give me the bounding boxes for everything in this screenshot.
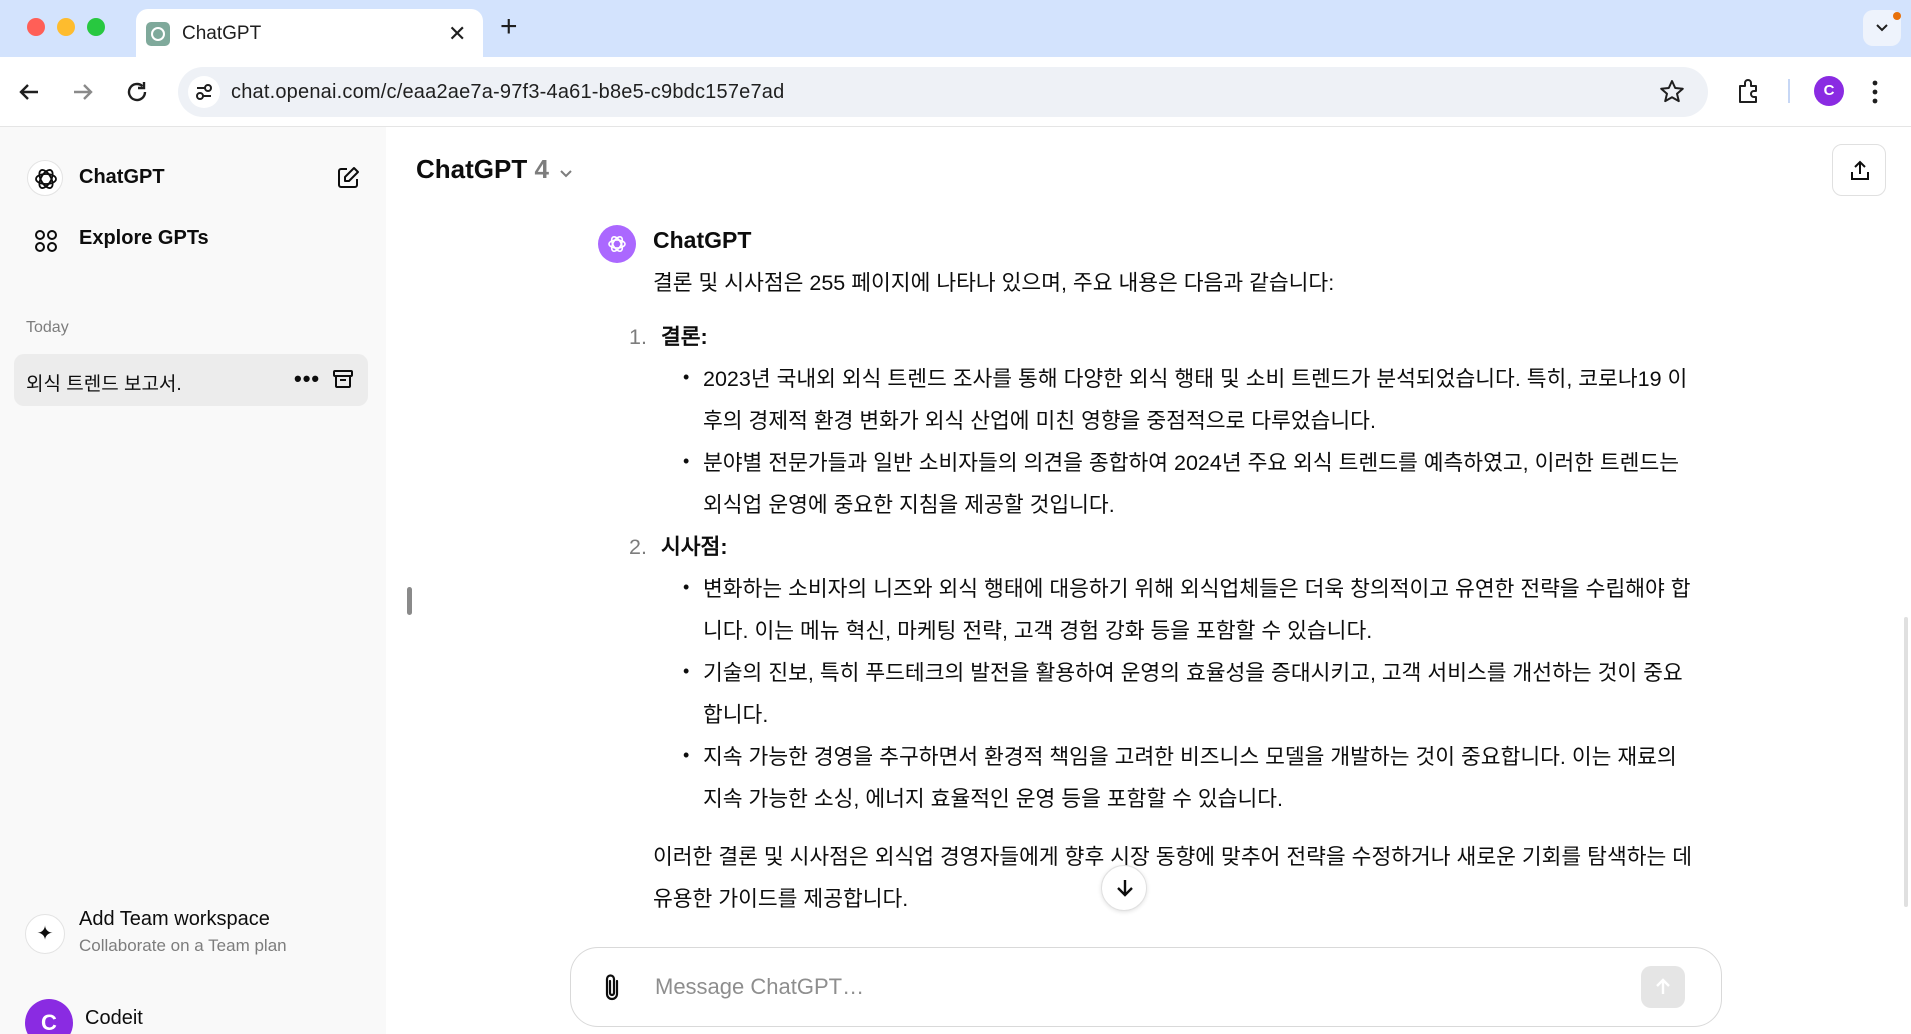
- close-tab-icon[interactable]: ✕: [448, 21, 466, 47]
- team-workspace-subtitle: Collaborate on a Team plan: [79, 936, 287, 955]
- sidebar-app-title: ChatGPT: [79, 166, 165, 188]
- explore-grid-icon: [35, 230, 57, 252]
- chatgpt-favicon-icon: [146, 22, 170, 46]
- url-text: chat.openai.com/c/eaa2ae7a-97f3-4a61-b8e…: [231, 81, 785, 103]
- model-selector[interactable]: ChatGPT 4: [416, 154, 549, 185]
- history-section-label: Today: [26, 319, 69, 336]
- bullet-item: 분야별 전문가들과 일반 소비자들의 의견을 종합하여 2024년 주요 외식 …: [683, 440, 1698, 526]
- arrow-up-icon: [1656, 978, 1670, 994]
- message-intro: 결론 및 시사점은 255 페이지에 나타나 있으며, 주요 내용은 다음과 같…: [653, 271, 1335, 295]
- bullet-item: 변화하는 소비자의 니즈와 외식 행태에 대응하기 위해 외식업체들은 더욱 창…: [683, 566, 1698, 652]
- sidebar-item-explore-gpts[interactable]: Explore GPTs: [15, 213, 371, 265]
- chatgpt-logo-icon: [27, 160, 63, 196]
- extensions-icon[interactable]: [1735, 77, 1763, 105]
- new-chat-icon[interactable]: [335, 165, 361, 191]
- section-heading: 시사점:: [661, 535, 728, 559]
- message-author: ChatGPT: [653, 227, 752, 253]
- close-window-button[interactable]: [27, 18, 45, 36]
- sidebar: ChatGPT Explore GPTs Today 외식 트렌드 보고서. •…: [0, 127, 386, 1034]
- team-workspace-title: Add Team workspace: [79, 908, 270, 930]
- model-name: ChatGPT: [416, 154, 528, 184]
- sidebar-home-link[interactable]: ChatGPT: [15, 152, 371, 204]
- address-bar[interactable]: chat.openai.com/c/eaa2ae7a-97f3-4a61-b8e…: [178, 67, 1708, 117]
- browser-tab-bar: ChatGPT ✕ +: [0, 0, 1911, 57]
- bullet-list: 변화하는 소비자의 니즈와 외식 행태에 대응하기 위해 외식업체들은 더욱 창…: [661, 566, 1698, 820]
- browser-toolbar: chat.openai.com/c/eaa2ae7a-97f3-4a61-b8e…: [0, 57, 1911, 127]
- chevron-down-icon: [1876, 24, 1888, 32]
- site-settings-icon[interactable]: [188, 76, 220, 108]
- message-input[interactable]: [655, 970, 1615, 1004]
- tab-title: ChatGPT: [182, 23, 262, 44]
- section-heading: 결론:: [661, 325, 708, 349]
- browser-tab[interactable]: ChatGPT ✕: [136, 9, 483, 57]
- user-name: Codeit: [85, 1007, 143, 1029]
- message-outro: 이러한 결론 및 시사점은 외식업 경영자들에게 향후 시장 동향에 맞추어 전…: [653, 845, 1693, 911]
- model-version: 4: [534, 154, 549, 184]
- toolbar-divider: [1788, 79, 1790, 103]
- maximize-window-button[interactable]: [87, 18, 105, 36]
- share-button[interactable]: [1832, 144, 1886, 196]
- reload-icon[interactable]: [122, 77, 152, 107]
- archive-icon[interactable]: [331, 367, 355, 391]
- chevron-down-icon[interactable]: [558, 165, 574, 181]
- chat-main: ChatGPT 4 ChatGPT 결론 및 시사점은 255 페이지에 나타나…: [386, 127, 1911, 1034]
- arrow-down-icon: [1117, 880, 1133, 897]
- profile-avatar[interactable]: C: [1814, 76, 1844, 106]
- sidebar-resize-handle[interactable]: [407, 587, 412, 615]
- chatgpt-logo-icon: [608, 235, 626, 253]
- user-menu-button[interactable]: C Codeit: [15, 987, 371, 1034]
- more-options-icon[interactable]: •••: [294, 366, 320, 392]
- paperclip-icon[interactable]: [601, 972, 623, 1004]
- list-number: 1.: [629, 325, 647, 349]
- tab-search-button[interactable]: [1863, 10, 1901, 46]
- send-button[interactable]: [1641, 966, 1685, 1008]
- scroll-to-bottom-button[interactable]: [1101, 865, 1147, 911]
- message-composer: [570, 947, 1722, 1027]
- list-item: 1. 결론: 2023년 국내외 외식 트렌드 조사를 통해 다양한 외식 행태…: [629, 316, 1698, 526]
- sidebar-item-label: Explore GPTs: [79, 227, 209, 249]
- new-tab-button[interactable]: +: [500, 10, 518, 44]
- chatgpt-avatar: [598, 225, 636, 263]
- bullet-list: 2023년 국내외 외식 트렌드 조사를 통해 다양한 외식 행태 및 소비 트…: [661, 356, 1698, 526]
- notification-dot: [1893, 12, 1901, 20]
- add-team-workspace-button[interactable]: ✦ Add Team workspace Collaborate on a Te…: [15, 902, 371, 962]
- assistant-message: 결론 및 시사점은 255 페이지에 나타나 있으며, 주요 내용은 다음과 같…: [629, 262, 1698, 920]
- forward-icon[interactable]: [68, 77, 98, 107]
- bullet-item: 지속 가능한 경영을 추구하면서 환경적 책임을 고려한 비즈니스 모델을 개발…: [683, 734, 1698, 820]
- message-numbered-list: 1. 결론: 2023년 국내외 외식 트렌드 조사를 통해 다양한 외식 행태…: [629, 316, 1698, 820]
- history-item-title: 외식 트렌드 보고서.: [26, 374, 182, 395]
- share-icon: [1851, 160, 1869, 180]
- bullet-item: 기술의 진보, 특히 푸드테크의 발전을 활용하여 운영의 효율성을 증대시키고…: [683, 650, 1698, 736]
- minimize-window-button[interactable]: [57, 18, 75, 36]
- list-item: 2. 시사점: 변화하는 소비자의 니즈와 외식 행태에 대응하기 위해 외식업…: [629, 526, 1698, 820]
- back-icon[interactable]: [14, 77, 44, 107]
- list-number: 2.: [629, 535, 647, 559]
- star-icon[interactable]: [1658, 78, 1686, 106]
- history-item[interactable]: 외식 트렌드 보고서. •••: [14, 354, 368, 406]
- scrollbar[interactable]: [1904, 617, 1908, 907]
- menu-icon[interactable]: [1870, 77, 1880, 107]
- user-avatar: C: [25, 999, 73, 1034]
- bullet-item: 2023년 국내외 외식 트렌드 조사를 통해 다양한 외식 행태 및 소비 트…: [683, 356, 1698, 442]
- sparkle-icon: ✦: [25, 914, 65, 954]
